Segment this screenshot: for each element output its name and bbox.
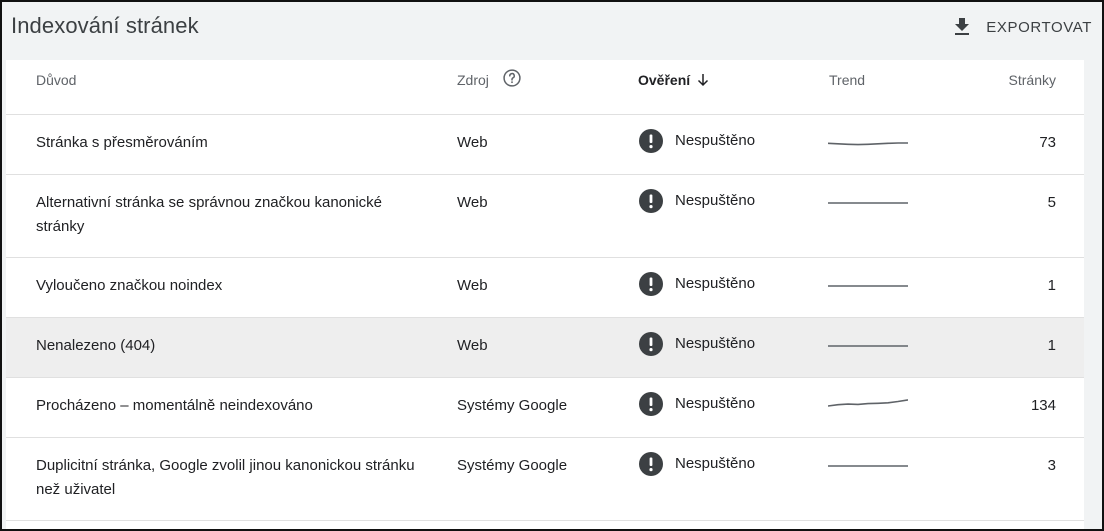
verification-status: Nespuštěno bbox=[639, 129, 755, 153]
source-cell: Web bbox=[457, 194, 488, 211]
exclamation-icon bbox=[639, 129, 663, 153]
verification-label: Nespuštěno bbox=[675, 455, 756, 472]
reason-cell: Stránka s přesměrováním bbox=[36, 134, 208, 151]
export-label: EXPORTOVAT bbox=[986, 18, 1092, 36]
help-icon[interactable] bbox=[502, 68, 522, 88]
verification-label: Nespuštěno bbox=[675, 335, 756, 352]
column-header-reason[interactable]: Důvod bbox=[36, 72, 76, 88]
table-header: Důvod Zdroj Ověření Trend Stránky bbox=[6, 60, 1084, 115]
trend-sparkline bbox=[828, 142, 908, 146]
trend-line bbox=[828, 142, 908, 146]
column-header-verification[interactable]: Ověření bbox=[638, 72, 690, 88]
table-row[interactable]: Alternativní stránka se správnou značkou… bbox=[6, 175, 1084, 258]
verification-status: Nespuštěno bbox=[639, 452, 755, 476]
verification-label: Nespuštěno bbox=[675, 132, 756, 149]
exclamation-icon bbox=[639, 452, 663, 476]
table-row[interactable]: Nenalezeno (404) Web Nespuštěno 1 bbox=[6, 318, 1084, 378]
exclamation-icon bbox=[639, 272, 663, 296]
page-header: Indexování stránek EXPORTOVAT bbox=[2, 2, 1102, 60]
trend-line bbox=[828, 399, 908, 407]
trend-sparkline bbox=[828, 399, 908, 407]
page-title: Indexování stránek bbox=[11, 13, 199, 38]
arrow-down-icon[interactable] bbox=[695, 72, 711, 88]
verification-status: Nespuštěno bbox=[639, 272, 755, 296]
table-row[interactable]: Vyloučeno značkou noindex Web Nespuštěno 1 bbox=[6, 258, 1084, 318]
table-row[interactable]: Stránka s přesměrováním Web Nespuštěno 73 bbox=[6, 115, 1084, 175]
verification-status: Nespuštěno bbox=[639, 332, 755, 356]
trend-sparkline bbox=[828, 285, 908, 287]
verification-label: Nespuštěno bbox=[675, 192, 756, 209]
source-cell: Systémy Google bbox=[457, 457, 568, 474]
indexing-table: Důvod Zdroj Ověření Trend Stránky Stránk… bbox=[6, 60, 1084, 529]
pages-count: 3 bbox=[1047, 457, 1056, 474]
pages-count: 1 bbox=[1047, 277, 1056, 294]
reason-cell: Alternativní stránka se správnou značkou… bbox=[36, 194, 383, 235]
verification-status: Nespuštěno bbox=[639, 189, 755, 213]
pages-count: 5 bbox=[1047, 194, 1056, 211]
pages-count: 134 bbox=[1030, 397, 1056, 414]
reason-cell: Duplicitní stránka, Google zvolil jinou … bbox=[36, 457, 415, 498]
source-cell: Web bbox=[457, 277, 488, 294]
source-cell: Web bbox=[457, 337, 488, 354]
table-row[interactable]: Duplicitní stránka, Google zvolil jinou … bbox=[6, 438, 1084, 521]
verification-label: Nespuštěno bbox=[675, 275, 756, 292]
table-row[interactable]: Procházeno – momentálně neindexováno Syst… bbox=[6, 378, 1084, 438]
table-body: Stránka s přesměrováním Web Nespuštěno 73 Al… bbox=[6, 115, 1084, 521]
verification-status: Nespuštěno bbox=[639, 392, 755, 416]
trend-sparkline bbox=[828, 202, 908, 204]
reason-cell: Procházeno – momentálně neindexováno bbox=[36, 397, 313, 414]
source-cell: Web bbox=[457, 134, 488, 151]
column-header-trend[interactable]: Trend bbox=[829, 72, 865, 88]
exclamation-icon bbox=[639, 189, 663, 213]
reason-cell: Vyloučeno značkou noindex bbox=[36, 277, 223, 294]
download-icon bbox=[955, 18, 970, 35]
trend-sparkline bbox=[828, 345, 908, 347]
source-cell: Systémy Google bbox=[457, 397, 568, 414]
verification-label: Nespuštěno bbox=[675, 395, 756, 412]
pages-count: 73 bbox=[1039, 134, 1056, 151]
exclamation-icon bbox=[639, 392, 663, 416]
export-button[interactable]: EXPORTOVAT bbox=[950, 14, 1092, 40]
trend-sparkline bbox=[828, 465, 908, 467]
pages-count: 1 bbox=[1047, 337, 1056, 354]
exclamation-icon bbox=[639, 332, 663, 356]
column-header-source[interactable]: Zdroj bbox=[457, 72, 489, 88]
column-header-pages[interactable]: Stránky bbox=[1009, 72, 1056, 88]
reason-cell: Nenalezeno (404) bbox=[36, 337, 156, 354]
page-frame: Indexování stránek EXPORTOVAT Důvod Zdro… bbox=[0, 0, 1104, 531]
